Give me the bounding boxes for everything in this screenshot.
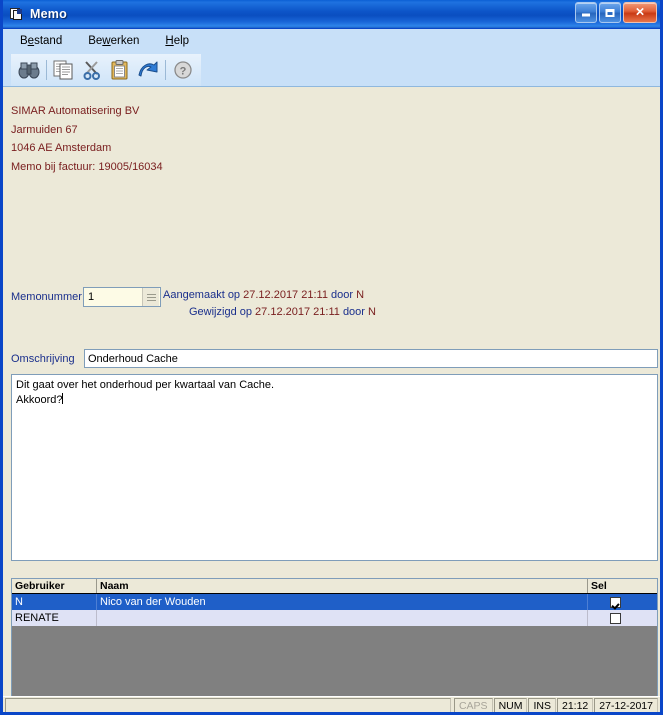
undo-arrow-icon[interactable] — [134, 56, 162, 84]
grid-header-sel[interactable]: Sel — [588, 579, 640, 593]
changed-datetime: 27.12.2017 21:11 — [255, 306, 340, 318]
close-icon: × — [635, 3, 645, 21]
maximize-button[interactable] — [599, 2, 621, 23]
menu-item-bewerken[interactable]: Bewerken — [85, 33, 142, 49]
changed-by-label: door — [342, 306, 365, 318]
changed-timestamp: Gewijzigd op 27.12.2017 21:11 door N — [163, 304, 376, 321]
status-time: 21:12 — [557, 697, 594, 712]
changed-by-value: N — [368, 306, 376, 318]
window-controls: × — [575, 2, 657, 23]
copy-icon[interactable] — [50, 56, 78, 84]
form-body: SIMAR Automatisering BV Jarmuiden 67 104… — [3, 87, 660, 712]
menu-item-bestand[interactable]: Bestand — [17, 33, 65, 49]
memonummer-value: 1 — [88, 291, 95, 303]
grid-cell-gebruiker: N — [12, 594, 97, 610]
memo-invoice-reference: Memo bij factuur: 19005/16034 — [11, 160, 163, 173]
status-message-area — [5, 697, 451, 712]
memonummer-label: Memonummer — [11, 291, 82, 303]
paste-icon[interactable] — [106, 56, 134, 84]
address-line-3: 1046 AE Amsterdam — [11, 142, 112, 154]
status-num: NUM — [493, 697, 528, 712]
grid-cell-sel[interactable] — [588, 594, 640, 610]
menu-item-help[interactable]: Help — [162, 33, 192, 49]
search-icon[interactable] — [15, 56, 43, 84]
users-grid[interactable]: Gebruiker Naam Sel N Nico van der Wouden… — [11, 578, 658, 712]
grid-cell-gebruiker: RENATE — [12, 610, 97, 626]
omschrijving-label: Omschrijving — [11, 352, 75, 365]
created-by-value: N — [356, 289, 365, 301]
grid-header-naam[interactable]: Naam — [97, 579, 588, 593]
menu-bewerken-accel: w — [102, 35, 111, 47]
table-row[interactable]: N Nico van der Wouden — [12, 594, 657, 610]
created-datetime: 27.12.2017 21:11 — [243, 289, 328, 301]
created-timestamp: Aangemaakt op 27.12.2017 21:11 door N — [163, 287, 376, 304]
menu-bewerken-pre: Be — [88, 35, 103, 47]
close-button[interactable]: × — [623, 2, 657, 23]
memo-window: Memo × Bestand Bewerken Help ? SIMAR Aut… — [0, 0, 663, 715]
address-line-2: Jarmuiden 67 — [11, 123, 78, 136]
memo-text-line-3: Akkoord? — [16, 393, 653, 408]
omschrijving-row: Omschrijving Onderhoud Cache — [11, 349, 658, 368]
memo-window-icon — [8, 6, 24, 22]
sel-checkbox[interactable] — [610, 596, 621, 608]
address-line-1: SIMAR Automatisering BV — [11, 105, 140, 117]
svg-text:?: ? — [180, 65, 187, 77]
window-title: Memo — [30, 7, 67, 21]
toolbar-separator-2 — [165, 59, 166, 80]
menu-help-accel: H — [165, 35, 174, 47]
menu-bestand-post: stand — [34, 35, 63, 47]
text-caret — [62, 393, 64, 404]
sel-checkbox[interactable] — [610, 612, 621, 624]
cut-icon[interactable] — [78, 56, 106, 84]
grid-cell-sel[interactable] — [588, 610, 640, 626]
changed-label: Gewijzigd op — [189, 306, 252, 318]
grid-cell-spacer — [640, 594, 657, 610]
timestamp-block: Aangemaakt op 27.12.2017 21:11 door N Ge… — [163, 287, 376, 321]
grid-header-spacer — [640, 579, 657, 593]
omschrijving-input[interactable]: Onderhoud Cache — [84, 349, 658, 368]
status-ins: INS — [528, 697, 556, 712]
menu-bar: Bestand Bewerken Help — [3, 29, 660, 53]
grid-header-row: Gebruiker Naam Sel — [12, 579, 657, 594]
menu-bewerken-post: erken — [110, 35, 140, 47]
omschrijving-value: Onderhoud Cache — [88, 352, 178, 365]
memonummer-picker-button[interactable] — [142, 288, 159, 306]
memonummer-row: Memonummer 1 — [11, 287, 161, 307]
status-caps: CAPS — [453, 697, 493, 712]
help-icon[interactable]: ? — [169, 56, 197, 84]
menu-help-post: elp — [173, 35, 190, 47]
toolbar: ? — [3, 53, 660, 87]
grid-cell-naam: Nico van der Wouden — [97, 594, 588, 610]
memonummer-input[interactable]: 1 — [83, 287, 161, 307]
memo-text-line-3-value: Akkoord? — [16, 394, 63, 406]
status-date: 27-12-2017 — [594, 697, 658, 712]
grid-cell-naam — [97, 610, 588, 626]
grid-header-gebruiker[interactable]: Gebruiker — [12, 579, 97, 593]
toolbar-separator-1 — [46, 59, 47, 80]
created-label: Aangemaakt op — [163, 289, 241, 301]
title-bar[interactable]: Memo × — [3, 0, 660, 29]
memo-textarea[interactable]: Dit gaat over het onderhoud per kwartaal… — [11, 374, 658, 561]
grid-cell-spacer — [640, 610, 657, 626]
table-row[interactable]: RENATE — [12, 610, 657, 626]
minimize-button[interactable] — [575, 2, 597, 23]
company-address-block: SIMAR Automatisering BV Jarmuiden 67 104… — [11, 102, 163, 176]
memo-text-line-1: Dit gaat over het onderhoud per kwartaal… — [16, 379, 275, 391]
menu-bestand-pre: B — [20, 35, 28, 47]
status-bar: CAPS NUM INS 21:12 27-12-2017 — [3, 696, 660, 712]
created-by-label: door — [331, 289, 354, 301]
